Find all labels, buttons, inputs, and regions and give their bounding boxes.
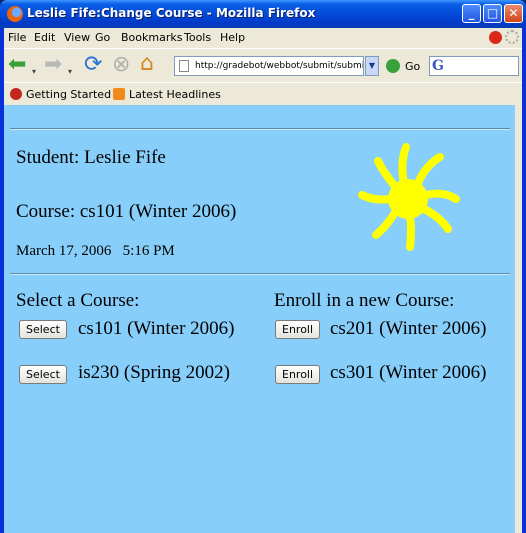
divider bbox=[10, 273, 510, 275]
url-dropdown-button[interactable]: ▼ bbox=[365, 56, 379, 76]
menu-file[interactable]: File bbox=[8, 31, 26, 44]
enroll-course-name: cs201 (Winter 2006) bbox=[330, 318, 487, 339]
date-time: March 17, 2006 5:16 PM bbox=[16, 243, 175, 259]
enroll-course-name: cs301 (Winter 2006) bbox=[330, 362, 487, 383]
stop-icon[interactable]: ⊗ bbox=[112, 54, 130, 76]
menu-bar: File Edit View Go Bookmarks Tools Help bbox=[4, 28, 522, 48]
page-content: Student: Leslie Fife Course: cs101 (Wint… bbox=[4, 105, 515, 533]
window-right-border bbox=[515, 105, 522, 533]
select-button[interactable]: Select bbox=[19, 320, 67, 339]
maximize-button[interactable]: □ bbox=[483, 4, 502, 23]
search-input[interactable]: G bbox=[429, 56, 519, 76]
current-course: Course: cs101 (Winter 2006) bbox=[16, 201, 237, 222]
enroll-button[interactable]: Enroll bbox=[275, 320, 321, 339]
enroll-button[interactable]: Enroll bbox=[275, 365, 321, 384]
menu-bookmarks[interactable]: Bookmarks bbox=[121, 31, 182, 44]
menu-view[interactable]: View bbox=[64, 31, 90, 44]
close-button[interactable]: ✕ bbox=[504, 4, 523, 23]
minimize-button[interactable]: _ bbox=[462, 4, 481, 23]
throbber-icon bbox=[505, 30, 519, 44]
google-search-icon: G bbox=[432, 58, 444, 74]
getting-started-icon bbox=[10, 88, 22, 100]
reload-icon[interactable]: ⟳ bbox=[84, 54, 102, 76]
select-course-name: cs101 (Winter 2006) bbox=[78, 318, 235, 339]
select-button[interactable]: Select bbox=[19, 365, 67, 384]
home-icon[interactable]: ⌂ bbox=[140, 53, 154, 75]
forward-dropdown-icon[interactable]: ▾ bbox=[68, 61, 72, 83]
navigation-toolbar: ⬅ ▾ ➡ ▾ ⟳ ⊗ ⌂ http://gradebot/webbot/sub… bbox=[4, 48, 522, 83]
url-input[interactable]: http://gradebot/webbot/submit/submit.cg bbox=[174, 56, 364, 76]
url-text: http://gradebot/webbot/submit/submit.cg bbox=[195, 61, 364, 71]
select-course-heading: Select a Course: bbox=[16, 290, 140, 311]
title-bar[interactable]: Leslie Fife:Change Course - Mozilla Fire… bbox=[0, 0, 526, 28]
back-dropdown-icon[interactable]: ▾ bbox=[32, 61, 36, 83]
rss-feed-icon bbox=[113, 88, 125, 100]
menu-help[interactable]: Help bbox=[220, 31, 245, 44]
select-course-name: is230 (Spring 2002) bbox=[78, 362, 230, 383]
window-title: Leslie Fife:Change Course - Mozilla Fire… bbox=[27, 6, 316, 20]
bookmark-latest-headlines[interactable]: Latest Headlines bbox=[129, 88, 221, 101]
back-arrow-icon[interactable]: ⬅ bbox=[8, 54, 26, 76]
student-name: Student: Leslie Fife bbox=[16, 147, 166, 168]
firefox-logo-icon bbox=[7, 6, 23, 22]
sun-image bbox=[358, 143, 460, 251]
browser-window: Leslie Fife:Change Course - Mozilla Fire… bbox=[0, 0, 526, 533]
go-button-label[interactable]: Go bbox=[405, 60, 420, 73]
bookmark-getting-started[interactable]: Getting Started bbox=[26, 88, 111, 101]
menu-edit[interactable]: Edit bbox=[34, 31, 55, 44]
enroll-course-heading: Enroll in a new Course: bbox=[274, 290, 455, 311]
go-icon[interactable] bbox=[386, 59, 400, 73]
menu-tools[interactable]: Tools bbox=[184, 31, 211, 44]
forward-arrow-icon[interactable]: ➡ bbox=[44, 54, 62, 76]
menu-go[interactable]: Go bbox=[95, 31, 110, 44]
bookmarks-toolbar: Getting Started Latest Headlines bbox=[4, 82, 522, 106]
status-alert-icon bbox=[489, 31, 502, 44]
page-icon bbox=[179, 60, 189, 72]
